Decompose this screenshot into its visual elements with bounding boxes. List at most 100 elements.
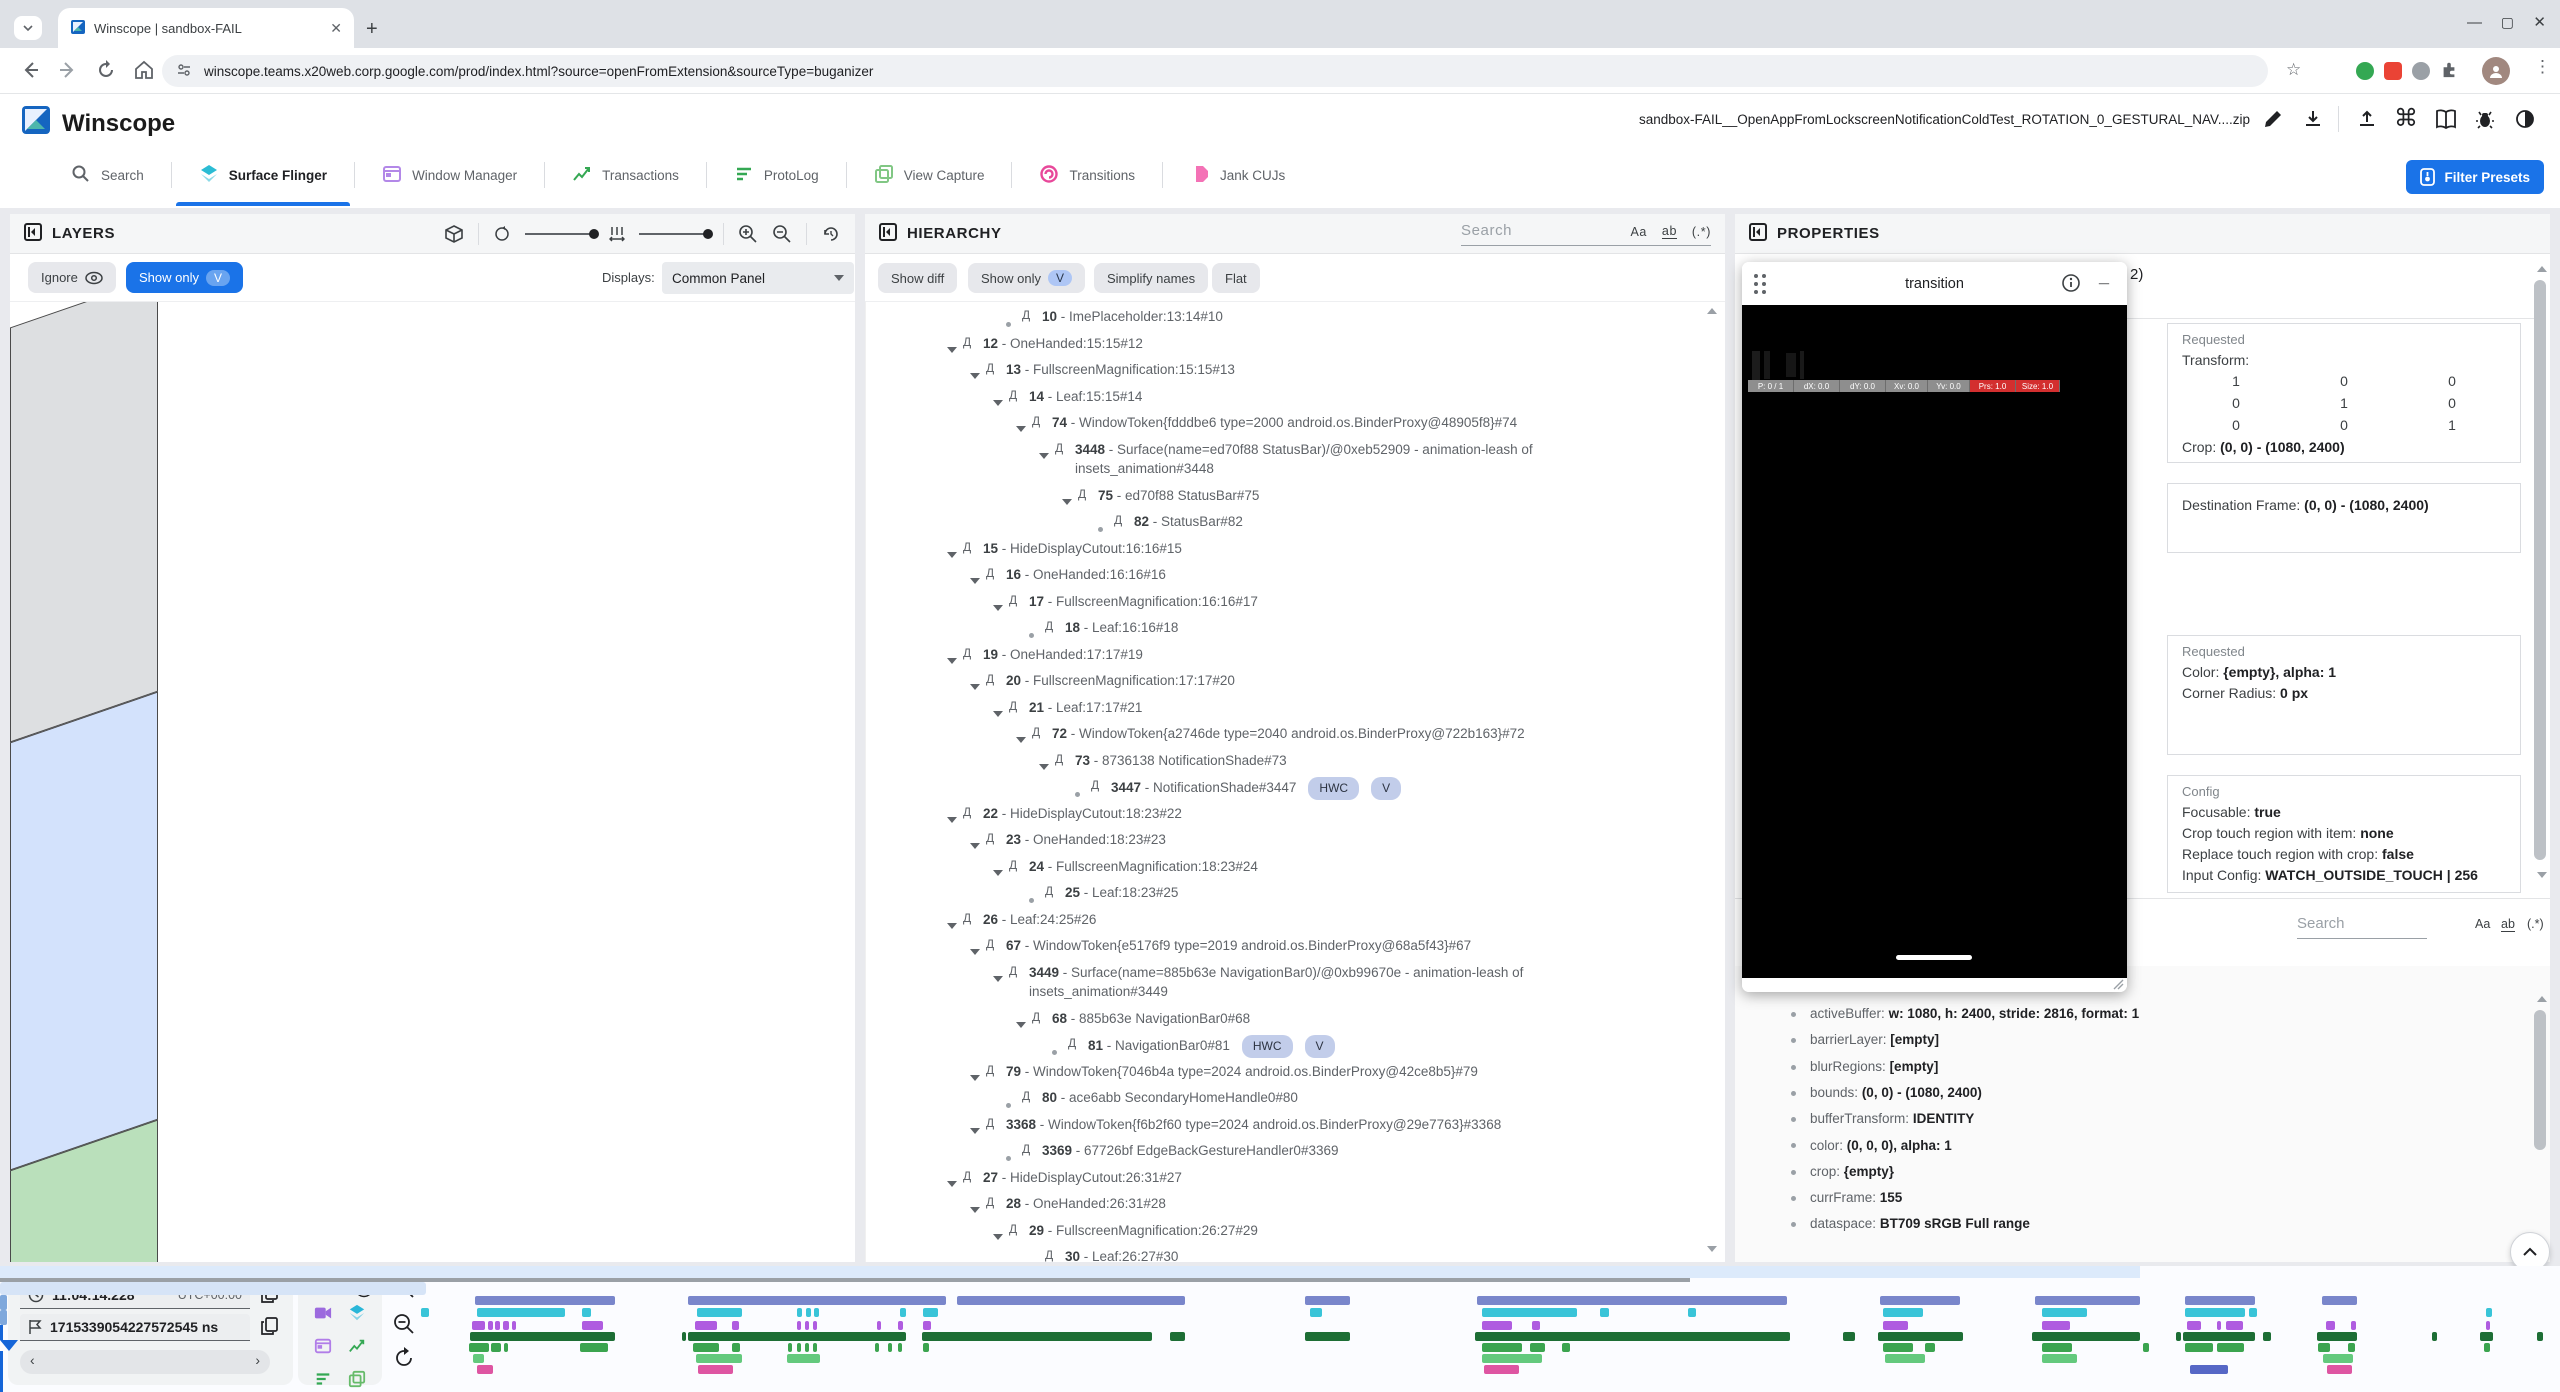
expand-arrow-icon[interactable] [947,923,957,929]
hierarchy-row[interactable]: Д68 - 885b63e NavigationBar0#68 [865,1008,1725,1035]
reload-icon[interactable] [94,58,118,87]
timeline-block[interactable] [1883,1343,1913,1352]
timeline-block[interactable] [1600,1308,1609,1317]
hierarchy-row[interactable]: Д15 - HideDisplayCutout:16:16#15 [865,538,1725,565]
tab-close-icon[interactable]: ✕ [330,20,342,37]
timeline-block[interactable] [491,1343,501,1352]
match-word-toggle[interactable]: ab [1662,224,1677,239]
expand-arrow-icon[interactable] [947,817,957,823]
zoom-window-handle[interactable] [0,1295,7,1310]
timeline-block[interactable] [805,1343,809,1352]
hierarchy-row[interactable]: Д21 - Leaf:17:17#21 [865,697,1725,724]
expand-arrow-icon[interactable] [993,870,1003,876]
expand-arrow-icon[interactable] [970,578,980,584]
bug-report-icon[interactable] [2474,108,2496,135]
properties-search-input[interactable]: Search [2297,915,2427,939]
browser-menu-icon[interactable]: ⋮ [2534,57,2551,77]
property-item[interactable]: color: (0, 0, 0), alpha: 1 [1791,1138,1952,1153]
timeline-block[interactable] [806,1308,811,1317]
hierarchy-row[interactable]: Д10 - ImePlaceholder:13:14#10 [865,306,1725,333]
timeline-block[interactable] [2187,1321,2201,1330]
hierarchy-row[interactable]: Д73 - 8736138 NotificationShade#73 [865,750,1725,777]
tab-surface-flinger[interactable]: Surface Flinger [172,146,354,204]
timeline-block[interactable] [2432,1332,2437,1341]
timeline-block[interactable] [814,1308,819,1317]
copy-icon[interactable] [260,1316,280,1341]
3d-view-icon[interactable] [444,224,464,244]
nanoseconds-field[interactable]: 1715339054227572545 ns [20,1314,250,1341]
timeline-block[interactable] [2042,1343,2072,1352]
expand-arrow-icon[interactable] [1039,453,1049,459]
property-item[interactable]: crop: {empty} [1791,1164,1894,1179]
next-frame-icon[interactable]: › [255,1352,260,1368]
collapse-panel-icon[interactable] [879,223,897,245]
drag-handle-icon[interactable] [1754,274,1766,294]
timeline-block[interactable] [2317,1332,2357,1341]
extension-icon[interactable] [2384,62,2402,80]
ignore-filter-chip[interactable]: Ignore [28,262,116,293]
timeline-block[interactable] [2537,1332,2543,1341]
transition-overlay-window[interactable]: transition _ P: 0 / 1dX: 0.0dY: 0.0Xv: 0… [1742,262,2127,992]
timeline-block[interactable] [2486,1321,2490,1330]
timeline-block[interactable] [898,1321,903,1330]
forward-icon[interactable] [56,58,80,87]
timeline-block[interactable] [512,1321,516,1330]
timeline-block[interactable] [1532,1321,1540,1330]
timeline-block[interactable] [2217,1343,2244,1352]
timeline-block[interactable] [2217,1321,2221,1330]
hierarchy-row[interactable]: Д26 - Leaf:24:25#26 [865,909,1725,936]
timeline-block[interactable] [697,1308,742,1317]
timeline-block[interactable] [2042,1354,2077,1363]
hierarchy-row[interactable]: Д13 - FullscreenMagnification:15:15#13 [865,359,1725,386]
expand-arrow-icon[interactable] [1016,1022,1026,1028]
timeline-block[interactable] [495,1321,500,1330]
timeline-block[interactable] [1475,1332,1790,1341]
tab-window-manager[interactable]: Window Manager [355,146,544,204]
timeline-block[interactable] [797,1308,802,1317]
timeline-block[interactable] [1477,1296,1787,1305]
timeline-block[interactable] [1878,1332,1963,1341]
timeline-block[interactable] [503,1321,509,1330]
hierarchy-row[interactable]: Д12 - OneHanded:15:15#12 [865,333,1725,360]
timeline-block[interactable] [2190,1365,2228,1374]
timeline-block[interactable] [2348,1343,2355,1352]
timeline-cursor[interactable] [0,1351,3,1392]
timeline-reset-icon[interactable] [392,1346,416,1375]
hierarchy-row[interactable]: Д23 - OneHanded:18:23#23 [865,829,1725,856]
scrollbar[interactable] [2534,1010,2546,1150]
layer-rect[interactable] [10,692,158,1171]
timeline-block[interactable] [695,1321,717,1330]
hierarchy-row[interactable]: Д72 - WindowToken{a2746de type=2040 andr… [865,723,1725,750]
timeline-block[interactable] [2486,1308,2492,1317]
expand-arrow-icon[interactable] [970,1207,980,1213]
timeline-block[interactable] [582,1321,603,1330]
minimize-icon[interactable]: _ [2099,266,2109,287]
timeline-block[interactable] [469,1343,489,1352]
hierarchy-row[interactable]: Д75 - ed70f88 StatusBar#75 [865,485,1725,512]
extension-icon[interactable] [2412,62,2430,80]
timeline-block[interactable] [477,1308,565,1317]
timeline-block[interactable] [1925,1343,1935,1352]
avatar[interactable] [2482,57,2510,85]
window-maximize-icon[interactable]: ▢ [2501,14,2514,31]
timeline-block[interactable] [900,1308,906,1317]
hierarchy-row[interactable]: Д16 - OneHanded:16:16#16 [865,564,1725,591]
tab-jank-cujs[interactable]: Jank CUJs [1163,146,1312,204]
expand-arrow-icon[interactable] [1039,764,1049,770]
expand-arrow-icon[interactable] [1062,499,1072,505]
hierarchy-row[interactable]: Д3448 - Surface(name=ed70f88 StatusBar)/… [865,439,1725,485]
protolog-icon[interactable] [314,1370,332,1392]
timeline-block[interactable] [688,1332,906,1341]
scrollbar-arrow[interactable] [2537,872,2547,878]
hierarchy-row[interactable]: Д29 - FullscreenMagnification:26:27#29 [865,1220,1725,1247]
timeline-block[interactable] [877,1321,881,1330]
upload-icon[interactable] [2356,108,2378,135]
back-icon[interactable] [18,58,42,87]
layers-3d-canvas[interactable]: ScreenDecorOverlayBottom#61ScreenDecorOv… [10,302,855,1262]
edit-icon[interactable] [2262,108,2284,135]
bookmark-star-icon[interactable]: ☆ [2286,60,2301,80]
timestamp-field[interactable]: 11:04:14.228 UTC+00:00 [20,1282,250,1309]
displays-select[interactable]: Common Panel [662,262,854,294]
hierarchy-row[interactable]: Д14 - Leaf:15:15#14 [865,386,1725,413]
new-tab-button[interactable]: + [366,18,378,41]
